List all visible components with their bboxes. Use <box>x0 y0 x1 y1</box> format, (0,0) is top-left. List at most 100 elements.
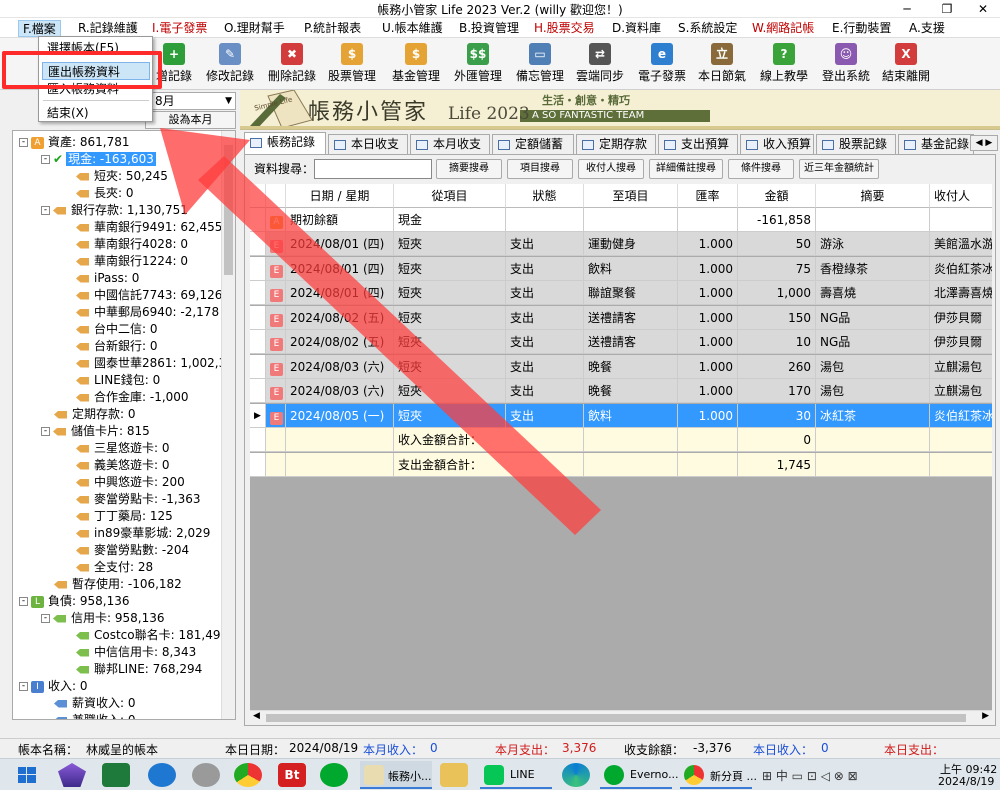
row-status[interactable]: 支出 <box>506 305 584 330</box>
row-to[interactable]: 聯誼聚餐 <box>584 281 678 305</box>
menu-item[interactable]: E.行動裝置 <box>828 20 895 37</box>
row-status[interactable]: 支出 <box>506 354 584 379</box>
menu-item[interactable]: I.電子發票 <box>148 20 211 37</box>
tree-node[interactable]: 三星悠遊卡: 0 <box>63 440 170 457</box>
menu-item[interactable]: A.支援 <box>905 20 949 37</box>
tree-node[interactable]: 兼職收入: 0 <box>41 712 136 719</box>
row-date[interactable]: 2024/08/02 (五) <box>286 330 394 354</box>
payee-search-button[interactable]: 收付人搜尋 <box>578 159 644 179</box>
tab-2[interactable]: 本月收支 <box>410 134 490 154</box>
row-amount[interactable]: 50 <box>738 232 816 256</box>
folder-icon[interactable] <box>440 763 468 787</box>
row-from[interactable]: 短夾 <box>394 354 506 379</box>
minimize-button[interactable]: ─ <box>890 0 924 18</box>
tab-5[interactable]: 支出預算 <box>658 134 738 154</box>
row-memo[interactable]: 湯包 <box>816 379 930 403</box>
row-rate[interactable]: 1.000 <box>678 379 738 403</box>
row-amount[interactable]: 10 <box>738 330 816 354</box>
menu-item[interactable]: P.統計報表 <box>300 20 365 37</box>
row-payee[interactable]: 炎伯紅茶冰 <box>930 403 992 428</box>
toolbar-button[interactable]: $$ 外匯管理 <box>446 40 510 88</box>
evernote-icon[interactable] <box>320 763 348 787</box>
row-from[interactable]: 短夾 <box>394 256 506 281</box>
row-to[interactable]: 運動健身 <box>584 232 678 256</box>
row-rate[interactable]: 1.000 <box>678 330 738 354</box>
condition-search-button[interactable]: 條件搜尋 <box>728 159 794 179</box>
tree-node[interactable]: 義美悠遊卡: 0 <box>63 457 170 474</box>
row-payee[interactable]: 伊莎貝爾 <box>930 330 992 354</box>
column-header[interactable]: 匯率 <box>678 184 738 208</box>
tree-node[interactable]: iPass: 0 <box>63 270 139 287</box>
expand-toggle-icon[interactable]: - <box>41 206 50 215</box>
three-year-stats-button[interactable]: 近三年金額統計 <box>799 159 879 179</box>
column-header[interactable] <box>250 184 266 208</box>
row-rate[interactable]: 1.000 <box>678 305 738 330</box>
column-header[interactable] <box>266 184 286 208</box>
tree-node[interactable]: 暫存使用: -106,182 <box>41 576 182 593</box>
toolbar-button[interactable]: X 結束離開 <box>874 40 938 88</box>
scroll-left-icon[interactable]: ◀ <box>253 711 260 721</box>
taskbar-app-chrome[interactable]: 新分頁 ... <box>680 761 757 789</box>
expand-toggle-icon[interactable]: - <box>19 597 28 606</box>
scroll-right-icon[interactable]: ▶ <box>982 711 989 721</box>
column-header[interactable]: 從項目 <box>394 184 506 208</box>
menu-item[interactable]: F.檔案 <box>18 20 61 37</box>
menu-item[interactable]: R.記錄維護 <box>74 20 142 37</box>
tab-6[interactable]: 收入預算 <box>740 134 814 154</box>
toolbar-button[interactable]: 立本日節氣 <box>690 40 754 88</box>
row-payee[interactable]: 立麒湯包 <box>930 354 992 379</box>
row-from[interactable]: 短夾 <box>394 330 506 354</box>
row-from[interactable]: 短夾 <box>394 403 506 428</box>
obsidian-app-icon[interactable] <box>58 763 86 787</box>
restore-button[interactable]: ❐ <box>930 0 964 18</box>
system-tray-icons[interactable]: ⊞ 中 ▭ ⊡ ◁ ⊗ ⊠ <box>762 767 858 784</box>
account-tree[interactable]: - A 資產: 861,781- ✔ 現金: -163,603 短夾: 50,245 長夾:… <box>12 130 236 720</box>
tree-node[interactable]: 華南銀行1224: 0 <box>63 253 188 270</box>
toolbar-button[interactable]: ✖ 刪除記錄 <box>260 40 324 88</box>
row-amount[interactable]: 170 <box>738 379 816 403</box>
tree-scrollbar[interactable] <box>221 131 235 719</box>
close-window-button[interactable]: ✕ <box>966 0 1000 18</box>
row-status[interactable]: 支出 <box>506 330 584 354</box>
tab-0[interactable]: 帳務記錄 <box>244 132 326 154</box>
row-amount[interactable]: 75 <box>738 256 816 281</box>
row-rate[interactable]: 1.000 <box>678 403 738 428</box>
menu-item[interactable]: B.投資管理 <box>455 20 523 37</box>
clock-date[interactable]: 2024/8/19 <box>938 775 994 788</box>
expand-toggle-icon[interactable]: - <box>19 682 28 691</box>
row-date[interactable]: 2024/08/03 (六) <box>286 354 394 379</box>
tab-7[interactable]: 股票記錄 <box>816 134 896 154</box>
tree-node[interactable]: 台中二信: 0 <box>63 321 158 338</box>
row-payee[interactable]: 伊莎貝爾 <box>930 305 992 330</box>
menu-item-exit[interactable]: 結束(X) <box>47 104 147 122</box>
summary-search-button[interactable]: 摘要搜尋 <box>436 159 502 179</box>
row-rate[interactable]: 1.000 <box>678 354 738 379</box>
tree-node[interactable]: 中華郵局6940: -2,178 <box>63 304 219 321</box>
edge-legacy-icon[interactable] <box>148 763 176 787</box>
row-payee[interactable]: 炎伯紅茶冰 <box>930 256 992 281</box>
row-status[interactable]: 支出 <box>506 256 584 281</box>
tab-3[interactable]: 定額儲蓄 <box>492 134 574 154</box>
expand-toggle-icon[interactable]: - <box>41 427 50 436</box>
row-payee[interactable]: 立麒湯包 <box>930 379 992 403</box>
row-amount[interactable]: 260 <box>738 354 816 379</box>
row-date[interactable]: 2024/08/03 (六) <box>286 379 394 403</box>
row-to[interactable]: 飲料 <box>584 256 678 281</box>
row-to[interactable]: 晚餐 <box>584 379 678 403</box>
toolbar-button[interactable]: ☺ 登出系統 <box>814 40 878 88</box>
row-date[interactable]: 2024/08/01 (四) <box>286 256 394 281</box>
row-date[interactable]: 2024/08/01 (四) <box>286 232 394 256</box>
month-select[interactable]: 8月 ▼ <box>150 92 236 110</box>
tree-node[interactable]: 中國信託7743: 69,126 <box>63 287 222 304</box>
tree-node[interactable]: 丁丁藥局: 125 <box>63 508 173 525</box>
tree-node[interactable]: 短夾: 50,245 <box>63 168 168 185</box>
toolbar-button[interactable]: $ 股票管理 <box>320 40 384 88</box>
taskbar-app-line[interactable]: LINE <box>480 761 552 789</box>
taskbar-app-evernote[interactable]: Everno... <box>600 761 679 789</box>
row-from[interactable]: 短夾 <box>394 232 506 256</box>
tree-node[interactable]: 國泰世華2861: 1,002,34 <box>63 355 234 372</box>
expand-toggle-icon[interactable]: - <box>41 614 50 623</box>
tree-node[interactable]: 中信信用卡: 8,343 <box>63 644 196 661</box>
row-date[interactable]: 2024/08/02 (五) <box>286 305 394 330</box>
row-status[interactable]: 支出 <box>506 379 584 403</box>
